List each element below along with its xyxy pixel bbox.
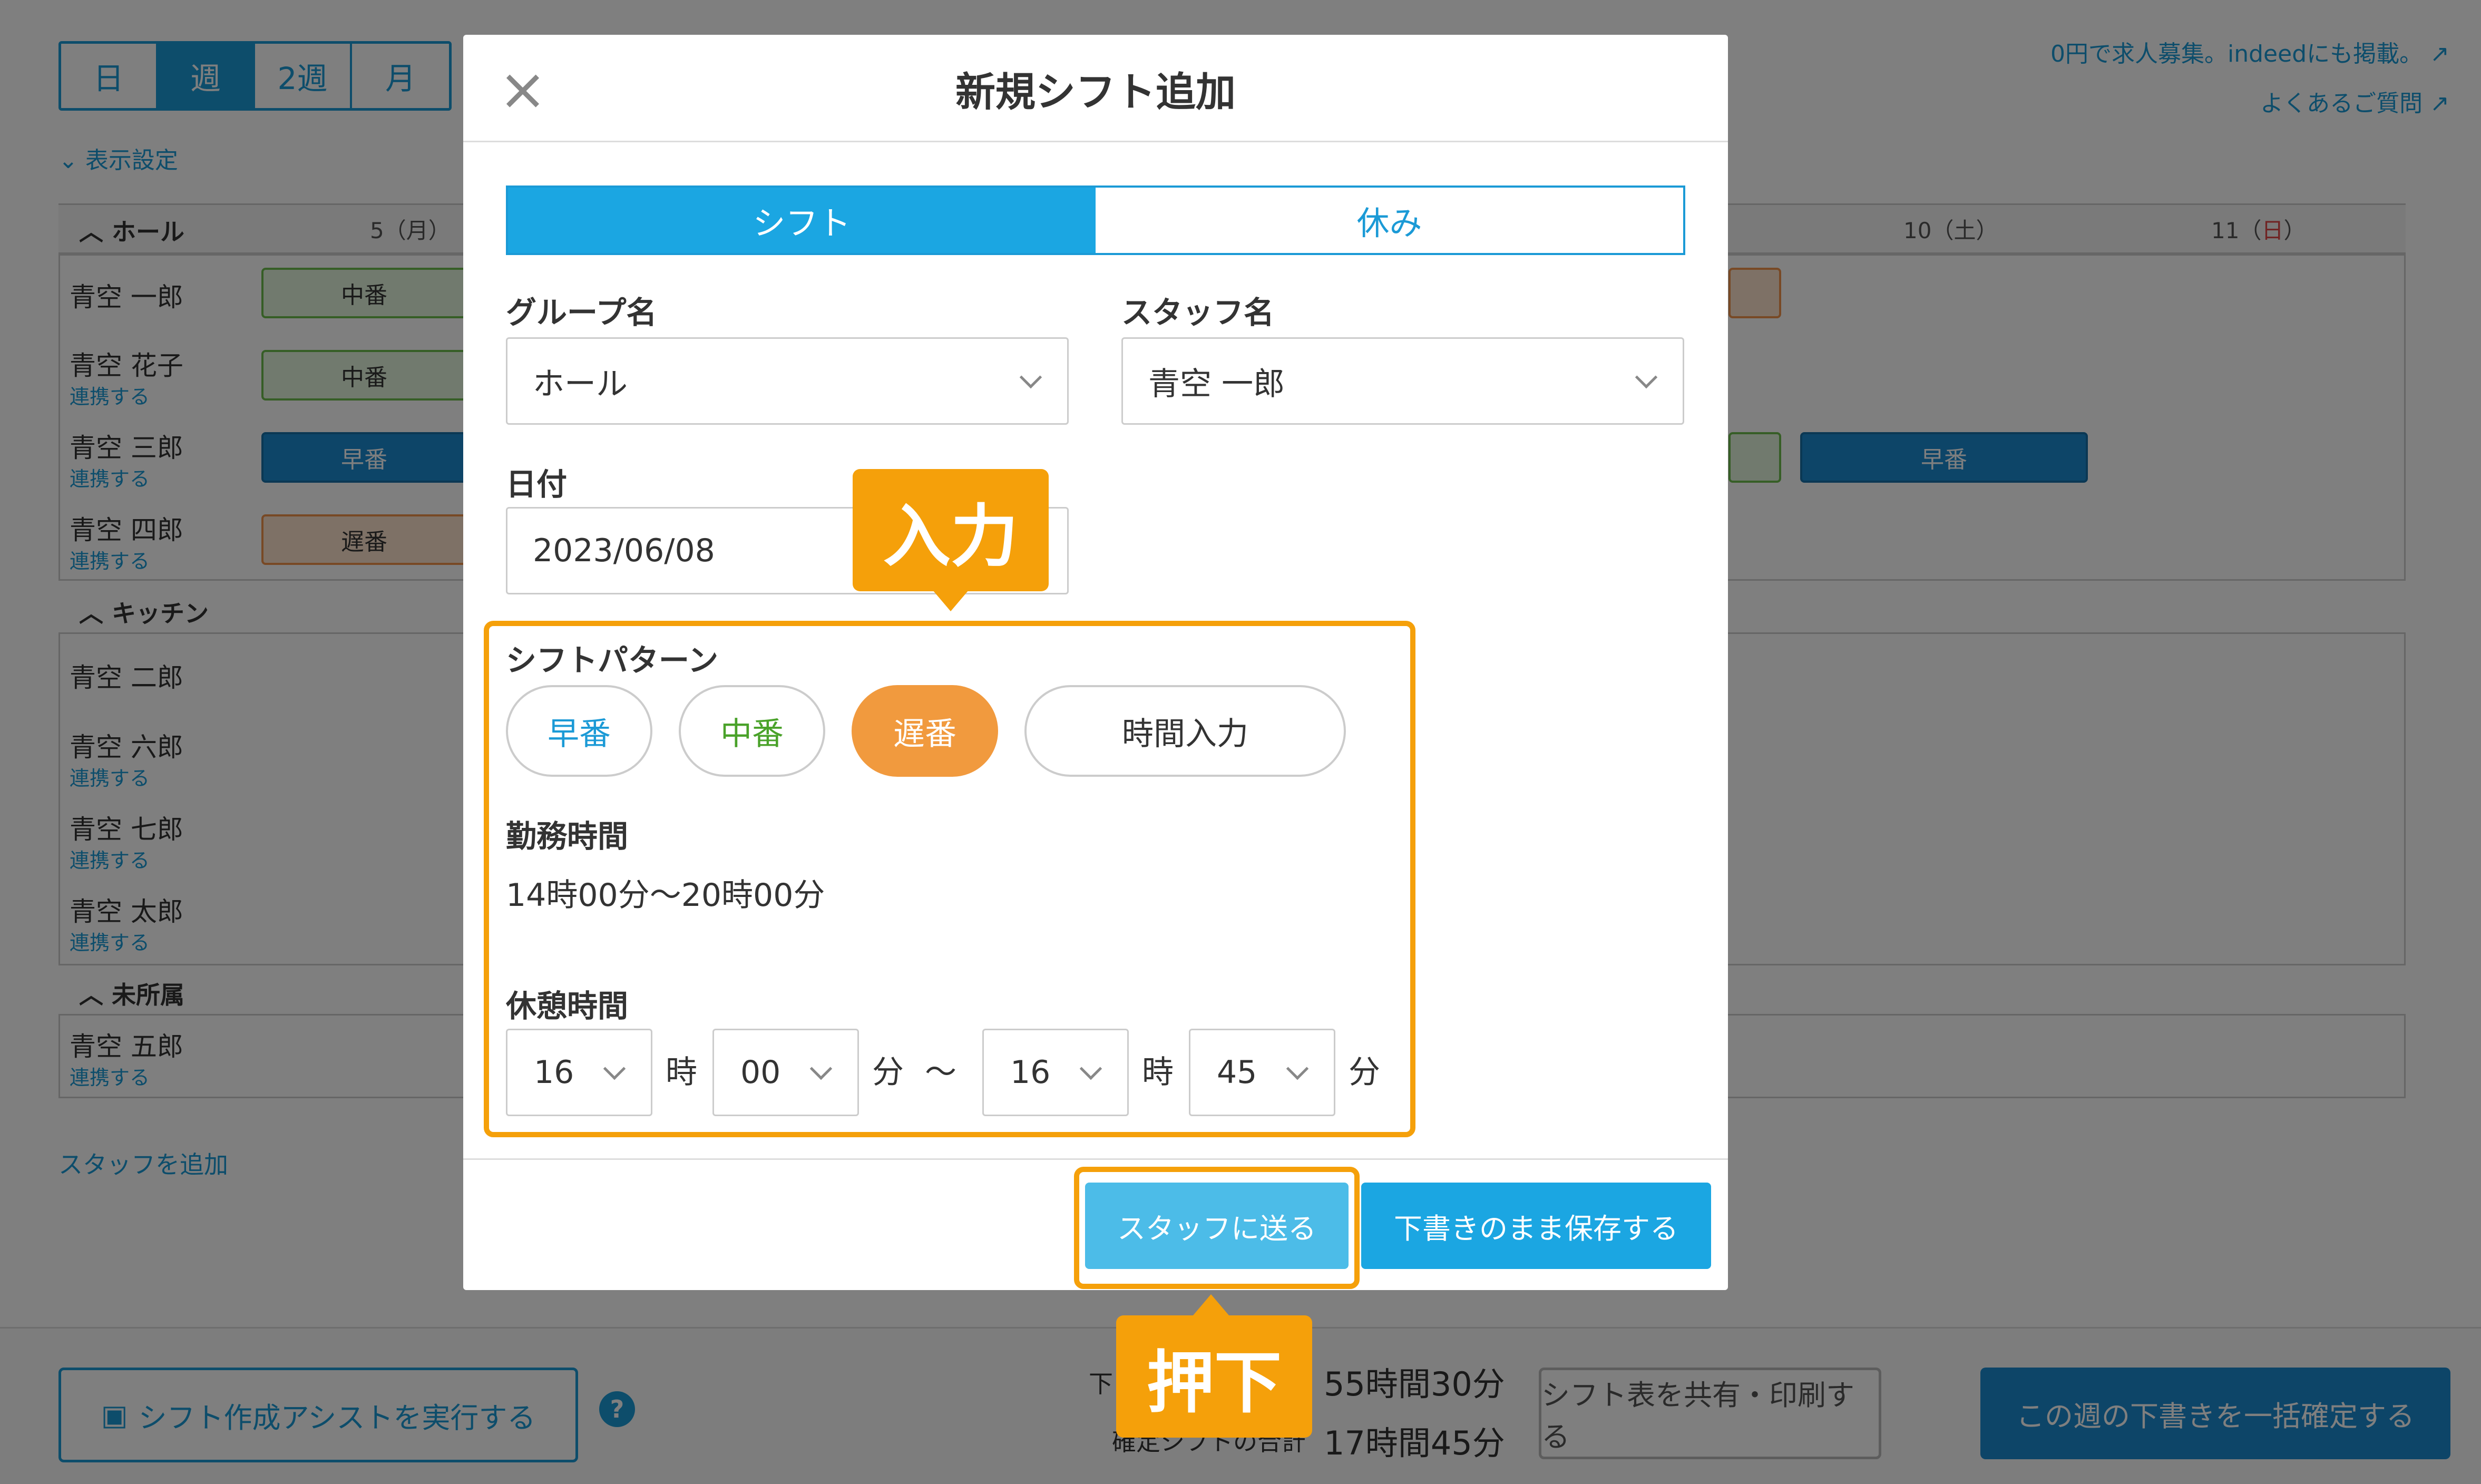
callout-pointer	[1193, 1294, 1229, 1315]
modal-header: 新規シフト追加 ×	[463, 35, 1728, 142]
tab-shift[interactable]: シフト	[508, 188, 1096, 253]
group-label: グループ名	[506, 295, 657, 330]
date-value: 2023/06/08	[533, 532, 715, 569]
modal-footer-divider	[463, 1158, 1728, 1160]
press-highlight-box	[1074, 1167, 1360, 1289]
input-callout: 入力	[853, 469, 1049, 591]
staff-label: スタッフ名	[1121, 295, 1275, 330]
close-icon[interactable]: ×	[494, 60, 552, 118]
group-select[interactable]: ホール	[506, 337, 1069, 425]
chevron-down-icon	[1019, 366, 1042, 389]
press-callout: 押下	[1116, 1315, 1312, 1438]
staff-select[interactable]: 青空 一郎	[1121, 337, 1684, 425]
modal-title: 新規シフト追加	[955, 69, 1236, 115]
callout-pointer	[933, 590, 969, 611]
group-select-value: ホール	[533, 365, 628, 403]
staff-select-value: 青空 一郎	[1148, 365, 1285, 403]
chevron-down-icon	[1635, 366, 1658, 389]
input-highlight-box	[484, 621, 1415, 1137]
tab-holiday[interactable]: 休み	[1096, 188, 1683, 253]
save-draft-button[interactable]: 下書きのまま保存する	[1361, 1183, 1711, 1269]
shift-type-tabs: シフト 休み	[506, 186, 1685, 255]
date-label: 日付	[506, 466, 568, 502]
